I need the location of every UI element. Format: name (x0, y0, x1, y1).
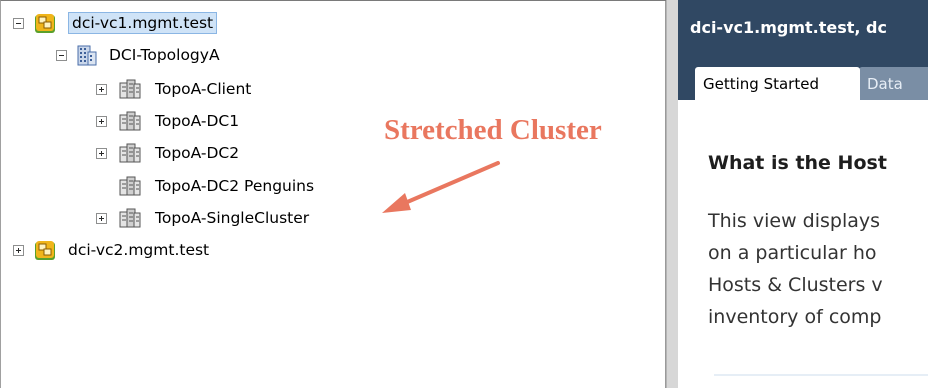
details-heading: What is the Host (708, 152, 887, 174)
annotation-arrow-icon (382, 161, 500, 213)
details-pane: dci-vc1.mgmt.test, dc Data Getting Start… (678, 0, 928, 388)
body-line: inventory of comp (708, 306, 882, 328)
details-title: dci-vc1.mgmt.test, dc (690, 18, 887, 37)
pane-splitter[interactable] (666, 0, 678, 388)
body-line: on a particular ho (708, 242, 877, 264)
divider (714, 374, 928, 376)
tab-getting-started[interactable]: Getting Started (695, 67, 860, 100)
details-header: dci-vc1.mgmt.test, dc Data Getting Start… (678, 0, 928, 100)
body-line: Hosts & Clusters v (708, 274, 883, 296)
body-line: This view displays (708, 210, 881, 232)
tab-data[interactable]: Data (859, 67, 928, 100)
inventory-tree: dci-vc1.mgmt.test DCI-TopologyA TopoA-Cl… (0, 0, 666, 388)
details-body: This view displays on a particular ho Ho… (708, 205, 883, 333)
